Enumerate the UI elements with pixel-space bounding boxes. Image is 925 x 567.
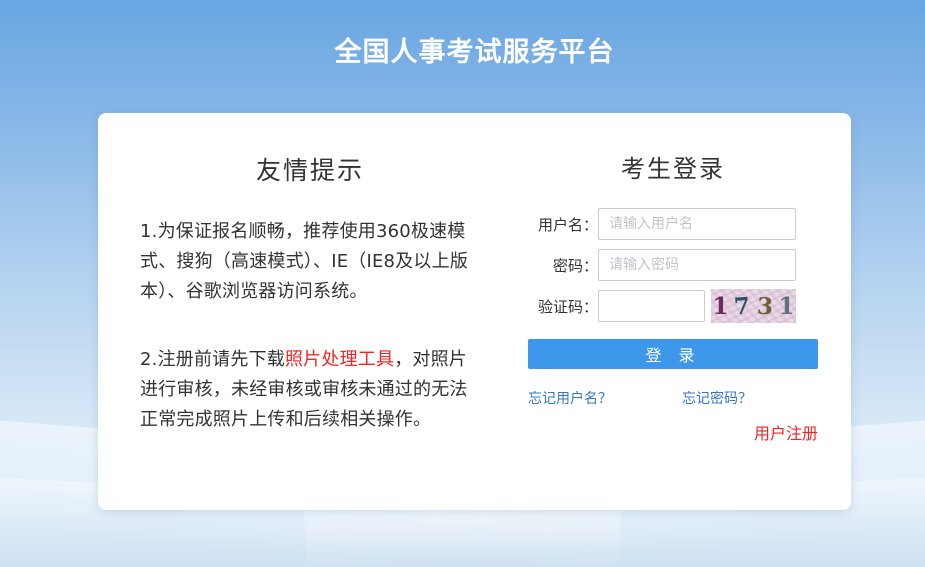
- forgot-username-link[interactable]: 忘记用户名？: [528, 388, 612, 408]
- captcha-row: 验证码： 1 7 3 1: [528, 289, 818, 323]
- captcha-image[interactable]: 1 7 3 1: [711, 289, 796, 323]
- login-heading: 考生登录: [621, 155, 725, 183]
- forgot-links-row: 忘记用户名？ 忘记密码？: [528, 388, 818, 408]
- tips-heading: 友情提示: [255, 156, 364, 185]
- login-button[interactable]: 登 录: [528, 339, 818, 369]
- tips-panel: 友情提示 1.为保证报名顺畅，推荐使用360极速模式、搜狗（高速模式）、IE（I…: [140, 113, 480, 435]
- password-label: 密码：: [552, 256, 598, 275]
- captcha-digit: 1: [712, 292, 729, 320]
- password-row: 密码：: [528, 249, 818, 281]
- register-link[interactable]: 用户注册: [754, 424, 818, 443]
- register-row: 用户注册: [528, 420, 818, 444]
- login-panel: 考生登录 用户名： 密码： 验证码： 1 7 3: [528, 113, 818, 444]
- login-card: 友情提示 1.为保证报名顺畅，推荐使用360极速模式、搜狗（高速模式）、IE（I…: [98, 113, 851, 510]
- username-input[interactable]: [598, 208, 796, 240]
- username-row: 用户名：: [528, 208, 818, 240]
- page-background: 全国人事考试服务平台 友情提示 1.为保证报名顺畅，推荐使用360极速模式、搜狗…: [0, 0, 925, 567]
- site-title: 全国人事考试服务平台: [334, 37, 615, 68]
- photo-tool-link[interactable]: 照片处理工具: [285, 349, 394, 370]
- tips-paragraph-2: 2.注册前请先下载照片处理工具，对照片进行审核，未经审核或审核未通过的无法正常完…: [140, 345, 480, 435]
- tips-paragraph-1: 1.为保证报名顺畅，推荐使用360极速模式、搜狗（高速模式）、IE（IE8及以上…: [140, 221, 469, 302]
- login-form: 用户名： 密码： 验证码： 1 7 3 1: [528, 208, 818, 444]
- username-label: 用户名：: [537, 215, 598, 234]
- captcha-input[interactable]: [598, 290, 705, 322]
- captcha-digit: 7: [733, 291, 752, 321]
- captcha-label: 验证码：: [537, 297, 598, 316]
- captcha-digit: 1: [778, 292, 795, 320]
- captcha-digit: 3: [755, 292, 774, 320]
- tips-paragraph-2-prefix: 2.注册前请先下载: [140, 349, 285, 370]
- forgot-password-link[interactable]: 忘记密码？: [682, 388, 752, 408]
- password-input[interactable]: [598, 249, 796, 281]
